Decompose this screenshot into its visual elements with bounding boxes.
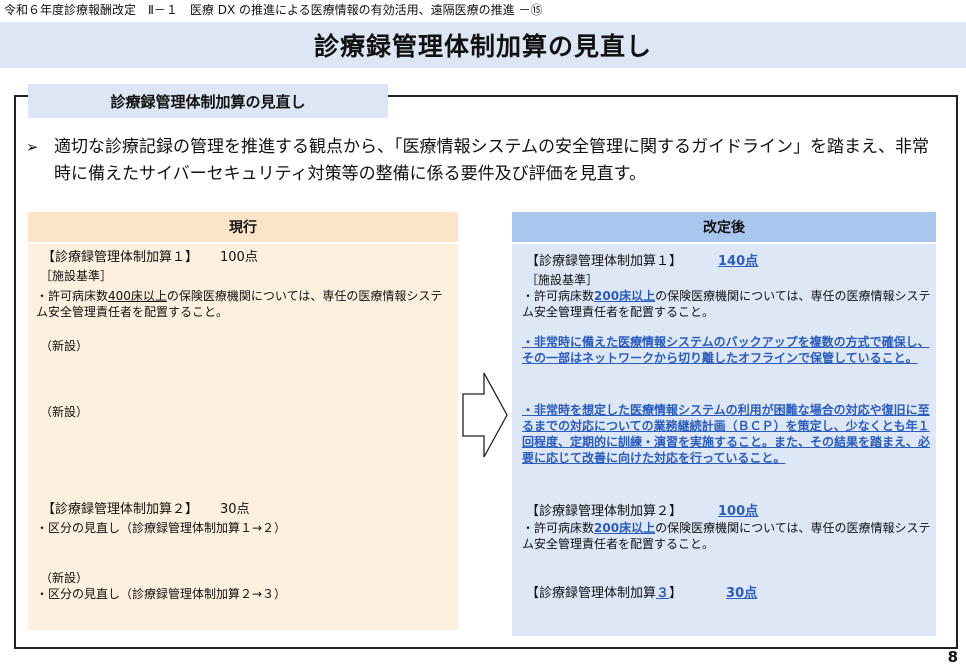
revised-item2: 【診療録管理体制加算２】 100点 <box>526 504 758 520</box>
section-tab: 診療録管理体制加算の見直し <box>28 84 388 118</box>
revised-backup-requirement: ・非常時に備えた医療情報システムのバックアップを複数の方式で確保し、その一部はネ… <box>522 335 930 365</box>
current-new1: （新設） <box>40 339 89 353</box>
breadcrumb: 令和６年度診療報酬改定 Ⅱ－１ 医療 DX の推進による医療情報の有効活用、遠隔… <box>4 3 543 17</box>
current-column-body: 【診療録管理体制加算１】 100点 ［施設基準］ ・許可病床数400床以上の保険医… <box>28 244 458 630</box>
revised-item3: 【診療録管理体制加算３】 30点 <box>526 586 757 602</box>
revised-item3-label-prefix: 【診療録管理体制加算 <box>526 586 657 601</box>
current-facility-label: ［施設基準］ <box>40 269 113 283</box>
page-number: 8 <box>947 648 958 666</box>
current-item2: 【診療録管理体制加算２】 30点 <box>42 502 250 518</box>
title-bar: 診療録管理体制加算の見直し <box>0 22 966 68</box>
revised-req-prefix: ・許可病床数 <box>522 289 595 303</box>
lead-text: 適切な診療記録の管理を推進する観点から、「医療情報システムの安全管理に関するガイ… <box>54 137 929 184</box>
current-item2-note: ・区分の見直し（診療録管理体制加算１→２） <box>36 521 287 535</box>
current-req-highlight: 400床以上 <box>108 289 167 303</box>
current-item1-label: 【診療録管理体制加算１】 <box>42 250 199 265</box>
revised-requirement: ・許可病床数200床以上の保険医療機関については、専任の医療情報システム安全管理… <box>522 288 932 320</box>
current-item1: 【診療録管理体制加算１】 100点 <box>42 250 258 266</box>
arrow-bullet-icon: ➢ <box>26 138 39 156</box>
revised-req-highlight: 200床以上 <box>594 289 656 303</box>
frame-top-right-edge <box>388 95 956 97</box>
revised-facility-label: ［施設基準］ <box>526 273 599 287</box>
current-new2: （新設） <box>40 405 89 419</box>
revised-item2-score: 100点 <box>718 504 759 519</box>
revised-item1-label: 【診療録管理体制加算１】 <box>526 254 683 269</box>
current-item1-score: 100点 <box>220 250 258 265</box>
current-new3: （新設） <box>40 571 89 585</box>
current-item2-label: 【診療録管理体制加算２】 <box>42 502 199 517</box>
revised-item2-label: 【診療録管理体制加算２】 <box>526 504 683 519</box>
frame-top-left-edge <box>14 95 28 97</box>
revised-item3-score: 30点 <box>726 586 758 601</box>
revised-item3-label-suffix: 】 <box>669 586 683 601</box>
revised-column-body: 【診療録管理体制加算１】 140点 ［施設基準］ ・許可病床数200床以上の保険医… <box>512 244 936 636</box>
current-req-prefix: ・許可病床数 <box>36 289 109 303</box>
lead-paragraph: ➢ 適切な診療記録の管理を推進する観点から、「医療情報システムの安全管理に関する… <box>26 134 936 188</box>
right-arrow-icon <box>462 372 508 458</box>
current-item3-note: ・区分の見直し（診療録管理体制加算２→３） <box>36 587 287 601</box>
revised-column-heading: 改定後 <box>512 212 936 242</box>
current-item2-score: 30点 <box>220 502 250 517</box>
revised-req2-prefix: ・許可病床数 <box>522 521 595 535</box>
current-column-heading: 現行 <box>28 212 458 242</box>
page-title: 診療録管理体制加算の見直し <box>313 32 652 61</box>
revised-item2-requirement: ・許可病床数200床以上の保険医療機関については、専任の医療情報システム安全管理… <box>522 520 932 552</box>
revised-item1: 【診療録管理体制加算１】 140点 <box>526 254 758 270</box>
revised-item3-label-num: ３ <box>656 586 670 601</box>
revised-item1-score: 140点 <box>718 254 759 269</box>
current-requirement: ・許可病床数400床以上の保険医療機関については、専任の医療情報システム安全管理… <box>36 288 452 320</box>
revised-bcp-requirement: ・非常時を想定した医療情報システムの利用が困難な場合の対応や復旧に至るまでの対応… <box>522 403 931 465</box>
revised-req2-highlight: 200床以上 <box>594 521 656 535</box>
